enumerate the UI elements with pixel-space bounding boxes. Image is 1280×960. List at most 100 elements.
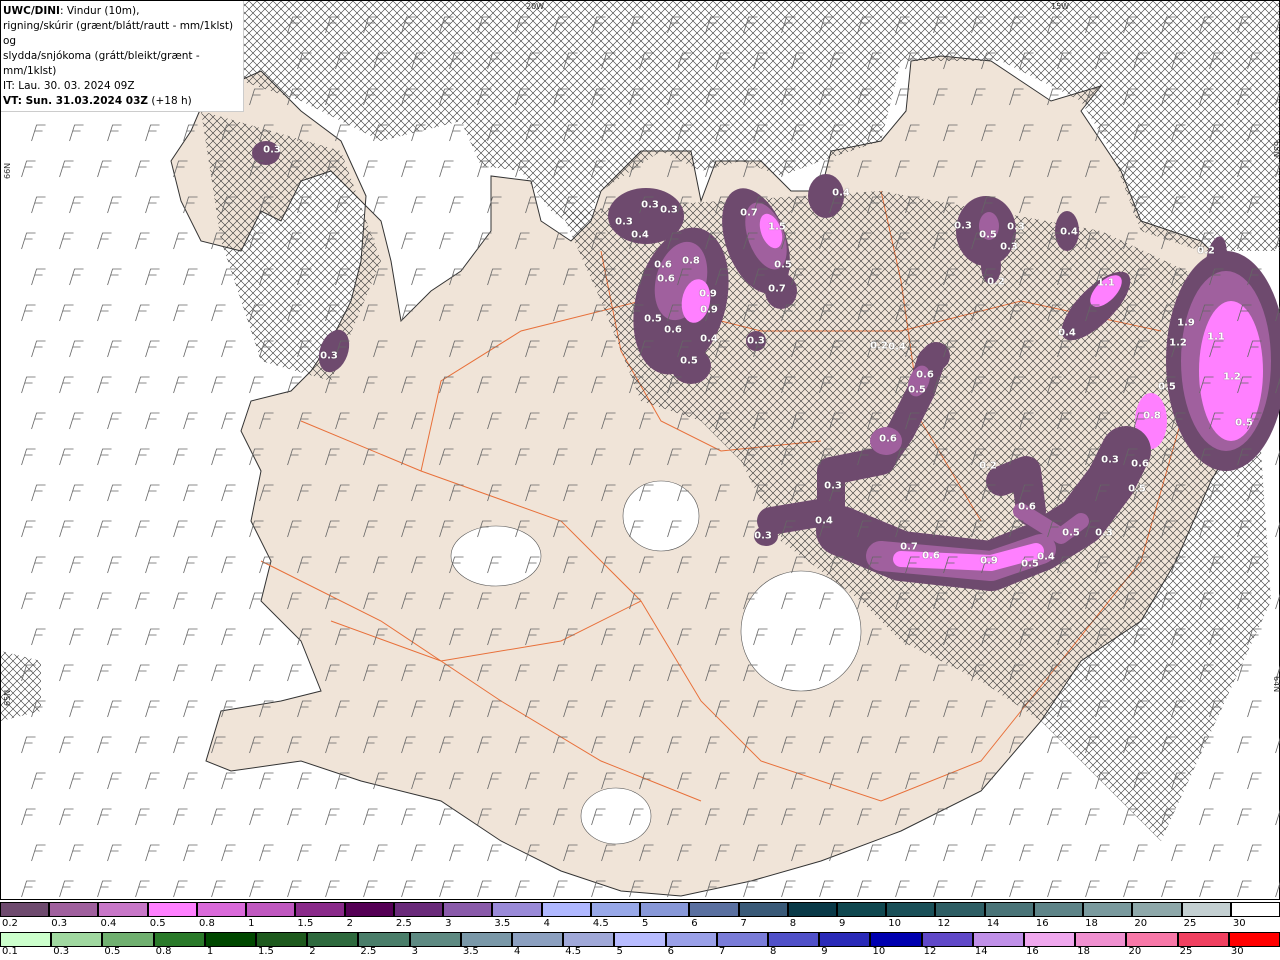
wind-barb [515,880,530,898]
legend-swatch [393,902,444,917]
wind-barb [259,844,274,862]
legend-swatch [738,902,788,917]
precip-value-label: 0.6 [916,369,934,381]
wind-barb [183,484,198,502]
wind-barb [1237,808,1252,826]
legend-label: 30 [1232,918,1246,929]
legend-label: 0.2 [2,918,18,929]
precip-value-label: 1.1 [1207,331,1225,343]
title-line-1: UWC/DINI: Vindur (10m), [3,4,243,19]
wind-barb [743,880,758,898]
legend-swatch [1024,932,1076,947]
wind-barb [373,844,388,862]
wind-barb [439,160,454,178]
weather-map[interactable]: 0.3 0.3 0.3 0.3 0.3 0.4 0.6 0.8 0.6 0.9 0.9 0.5 0.6 0… [0,0,1280,900]
wind-barb [31,412,46,430]
wind-barb [145,196,160,214]
legend-label: 0.3 [53,946,70,957]
wind-barb [221,772,236,790]
title-line-2: rigning/skúrir (grænt/blátt/rautt - mm/1… [3,20,234,47]
wind-barb [183,772,198,790]
legend-swatch [307,932,359,947]
wind-barb [211,304,226,322]
wind-barb [1057,844,1072,862]
precip-value-label: 0.5 [1128,483,1146,495]
wind-barb [31,124,46,142]
legend-swatch [1177,932,1229,947]
wind-barb [145,124,160,142]
wind-barb [183,700,198,718]
legend-swatch [1228,932,1280,947]
wind-barb [411,196,426,214]
wind-barb [59,520,74,538]
precip-value-label: 0.6 [1018,501,1036,513]
wind-barb [287,880,302,898]
legend-label: 4 [514,946,521,957]
wind-barb [145,268,160,286]
precip-value-label: 1.2 [1169,337,1187,349]
wind-barb [819,880,834,898]
precip-value-label: 0.6 [1131,458,1149,470]
init-time: IT: Lau. 30. 03. 2024 09Z [3,80,135,92]
wind-barb [107,556,122,574]
wind-barb [971,808,986,826]
wind-barb [173,880,188,898]
legend-swatch [716,932,769,947]
legend-label: 0.5 [149,918,166,929]
legend-label: 18 [1077,946,1090,957]
legend-label: 9 [821,946,828,957]
wind-barb [1275,593,1280,610]
wind-barb [211,880,226,898]
precip-value-label: 1.5 [768,221,786,233]
wind-barb [69,340,84,358]
wind-barb [135,520,150,538]
precip-value-label: 0.5 [1158,381,1176,393]
wind-barb [173,304,188,322]
wind-barb [107,844,122,862]
precip-value-label: 0.2 [870,340,888,352]
wind-barb [449,196,464,214]
legend-label: 12 [937,918,951,929]
legend-swatch [921,932,973,947]
wind-barb [183,844,198,862]
wind-barb [1237,736,1252,754]
legend-swatch [153,932,205,947]
wind-barb [97,592,112,610]
wind-barb [69,268,84,286]
wind-barb [31,196,46,214]
legend-label: 2 [309,946,316,957]
wind-barb [59,592,74,610]
model-name: UWC/DINI [3,5,60,17]
wind-barb [21,304,36,322]
wind-barb [487,844,502,862]
wind-barb [59,232,74,250]
wind-barb [325,880,340,898]
legend-swatch [460,932,513,947]
legend-swatch [563,932,615,947]
wind-barb [97,304,112,322]
legend-swatch [819,932,871,947]
legend-label: 3 [411,946,418,957]
map-canvas [1,1,1280,898]
legend-label: 0.3 [51,918,68,929]
precip-value-label: 0.4 [1058,327,1076,339]
wind-barb [211,808,226,826]
legend-label: 1 [206,946,214,957]
wind-barb [145,556,160,574]
precip-value-label: 0.6 [654,259,672,271]
precip-value-label: 0.9 [699,288,717,300]
wind-barb [1009,808,1024,826]
wind-barb [401,808,416,826]
wind-barb [373,196,388,214]
wind-barb [439,808,454,826]
legend-snow-labels: 0.2 0.3 0.4 0.5 0.8 1 1.5 2 2.5 3 3.5 4 4.5 5 6 7 8 9 10 12… [0,918,1280,929]
wind-barb [221,556,236,574]
legend-swatch [768,932,820,947]
wind-barb [287,664,302,682]
wind-barb [107,700,122,718]
wind-barb [59,880,74,898]
legend-swatch [196,902,247,917]
wind-barb [135,736,150,754]
wind-barb [183,268,198,286]
wind-barb [1085,808,1100,826]
